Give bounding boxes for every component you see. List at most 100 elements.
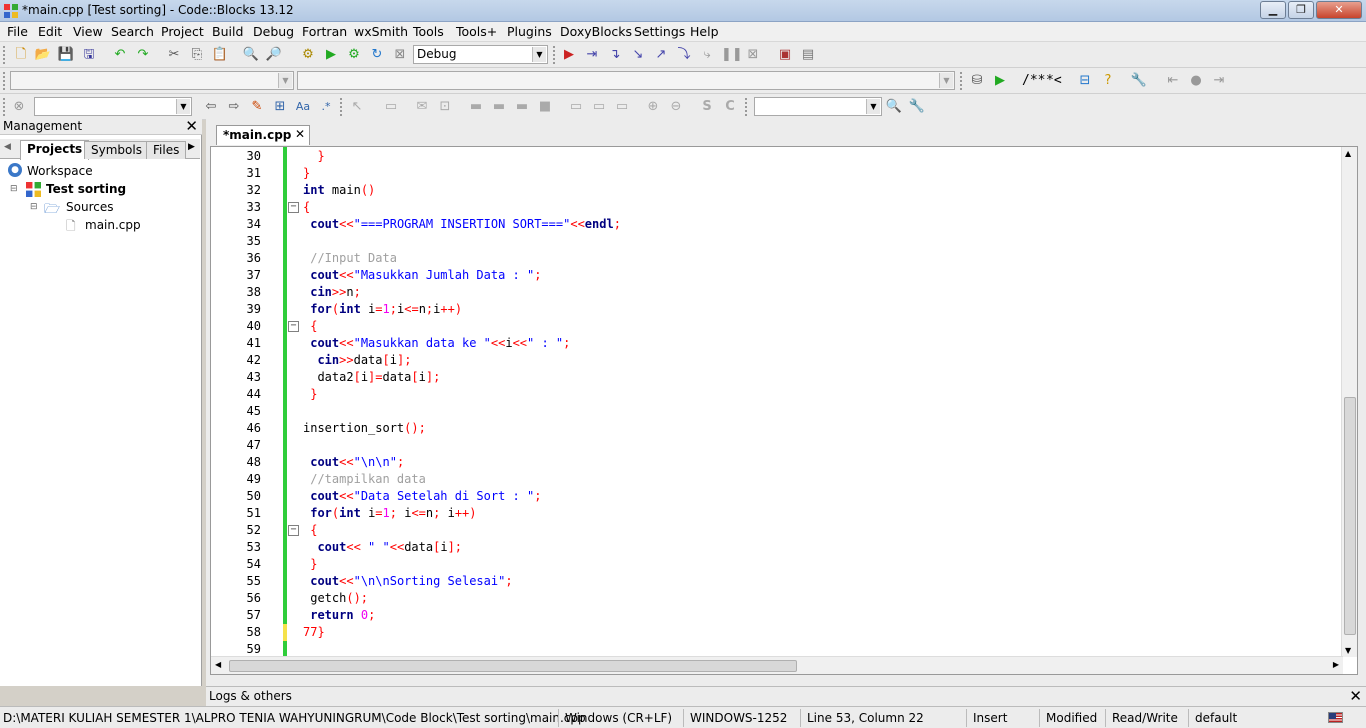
code-line[interactable]: 48 cout<<"\n\n"; bbox=[211, 454, 1341, 471]
menu-tools-plus[interactable]: Tools+ bbox=[456, 24, 497, 39]
toolbar-grip[interactable] bbox=[3, 98, 7, 116]
tab-projects[interactable]: Projects bbox=[20, 140, 90, 160]
code-line[interactable]: 54 } bbox=[211, 556, 1341, 573]
code-line[interactable]: 47 bbox=[211, 437, 1341, 454]
vertical-scroll-thumb[interactable] bbox=[1344, 397, 1356, 635]
widget-dialog-icon[interactable]: ⊡ bbox=[436, 98, 454, 116]
doxy-chm-icon[interactable]: ? bbox=[1099, 72, 1117, 90]
abort-icon[interactable]: ⊠ bbox=[391, 46, 409, 64]
menu-project[interactable]: Project bbox=[161, 24, 204, 39]
collapse-project-icon[interactable]: ⊟ bbox=[10, 184, 18, 194]
build-gear-icon[interactable]: ⚙ bbox=[299, 46, 317, 64]
open-folder-icon[interactable]: 📂 bbox=[34, 46, 52, 64]
menu-build[interactable]: Build bbox=[212, 24, 243, 39]
incremental-search-input[interactable]: ▼ bbox=[34, 97, 192, 116]
close-preview-button[interactable]: C bbox=[721, 98, 739, 116]
search-next-icon[interactable]: ⇨ bbox=[225, 98, 243, 116]
code-line[interactable]: 43 data2[i]=data[i]; bbox=[211, 369, 1341, 386]
build-target-select[interactable]: Debug ▼ bbox=[413, 45, 548, 64]
fold-toggle-icon[interactable]: − bbox=[288, 525, 299, 536]
show-preview-button[interactable]: S bbox=[698, 98, 716, 116]
widget-frame-icon[interactable]: ✉ bbox=[413, 98, 431, 116]
close-tab-icon[interactable]: ✕ bbox=[295, 127, 305, 141]
scroll-down-icon[interactable]: ▼ bbox=[1345, 646, 1351, 655]
find-icon[interactable]: 🔍 bbox=[242, 46, 260, 64]
tree-workspace[interactable]: Workspace bbox=[27, 164, 93, 178]
scroll-right-icon[interactable]: ▶ bbox=[1333, 660, 1339, 669]
doxy-wizard-icon[interactable]: ⛁ bbox=[968, 72, 986, 90]
collapse-sources-icon[interactable]: ⊟ bbox=[30, 202, 38, 212]
stop-debugger-icon[interactable]: ⊠ bbox=[744, 46, 762, 64]
horizontal-scrollbar[interactable]: ◀ ▶ bbox=[211, 656, 1343, 674]
save-icon[interactable]: 💾 bbox=[57, 46, 75, 64]
debug-info-icon[interactable]: ▤ bbox=[799, 46, 817, 64]
toolbar-grip[interactable] bbox=[553, 46, 557, 64]
menu-file[interactable]: File bbox=[7, 24, 28, 39]
code-line[interactable]: 50 cout<<"Data Setelah di Sort : "; bbox=[211, 488, 1341, 505]
tab-scroll-right-icon[interactable]: ▶ bbox=[188, 142, 195, 152]
code-line[interactable]: 30 } bbox=[211, 148, 1341, 165]
tree-project[interactable]: Test sorting bbox=[46, 182, 126, 196]
close-window-button[interactable]: ✕ bbox=[1316, 1, 1362, 19]
next-line-icon[interactable]: ↴ bbox=[606, 46, 624, 64]
symbol-search-input[interactable]: ▼ bbox=[754, 97, 882, 116]
fold-toggle-icon[interactable]: − bbox=[288, 321, 299, 332]
doxy-extract-icon[interactable]: ▶ bbox=[991, 72, 1009, 90]
step-out-icon[interactable]: ↗ bbox=[652, 46, 670, 64]
jump-back-icon[interactable]: ⇤ bbox=[1164, 72, 1182, 90]
menu-tools[interactable]: Tools bbox=[413, 24, 444, 39]
replace-icon[interactable]: 🔎 bbox=[265, 46, 283, 64]
horizontal-scroll-thumb[interactable] bbox=[229, 660, 797, 672]
toolbar-grip[interactable] bbox=[960, 72, 964, 90]
scroll-left-icon[interactable]: ◀ bbox=[215, 660, 221, 669]
undo-icon[interactable]: ↶ bbox=[111, 46, 129, 64]
scroll-up-icon[interactable]: ▲ bbox=[1345, 149, 1351, 158]
run-to-cursor-icon[interactable]: ⇥ bbox=[583, 46, 601, 64]
code-line[interactable]: 56 getch(); bbox=[211, 590, 1341, 607]
zoom-out-icon[interactable]: ⊖ bbox=[667, 98, 685, 116]
code-line[interactable]: 45 bbox=[211, 403, 1341, 420]
code-line[interactable]: 32 int main() bbox=[211, 182, 1341, 199]
toolbar-grip[interactable] bbox=[340, 98, 344, 116]
menu-debug[interactable]: Debug bbox=[253, 24, 294, 39]
code-line[interactable]: 53 cout<< " "<<data[i]; bbox=[211, 539, 1341, 556]
border-left-icon[interactable]: ▭ bbox=[567, 98, 585, 116]
highlight-icon[interactable]: ✎ bbox=[248, 98, 266, 116]
fold-toggle-icon[interactable]: − bbox=[288, 202, 299, 213]
code-line[interactable]: 33 −{ bbox=[211, 199, 1341, 216]
code-line[interactable]: 55 cout<<"\n\nSorting Selesai"; bbox=[211, 573, 1341, 590]
selected-text-only-icon[interactable]: ⊞ bbox=[271, 98, 289, 116]
tab-files[interactable]: Files bbox=[146, 141, 186, 159]
code-line[interactable]: 34 cout<<"===PROGRAM INSERTION SORT==="<… bbox=[211, 216, 1341, 233]
align-bottom-icon[interactable]: ▬ bbox=[513, 98, 531, 116]
menu-plugins[interactable]: Plugins bbox=[507, 24, 552, 39]
next-instruction-icon[interactable]: ⤵ bbox=[675, 46, 693, 64]
menu-help[interactable]: Help bbox=[690, 24, 719, 39]
step-instruction-icon[interactable]: ⤷ bbox=[698, 46, 716, 64]
code-line[interactable]: 57 return 0; bbox=[211, 607, 1341, 624]
code-line[interactable]: 44 } bbox=[211, 386, 1341, 403]
code-line[interactable]: 41 cout<<"Masukkan data ke "<<i<<" : "; bbox=[211, 335, 1341, 352]
cut-icon[interactable]: ✂ bbox=[165, 46, 183, 64]
build-and-run-icon[interactable]: ⚙ bbox=[345, 46, 363, 64]
border-all-icon[interactable]: ▭ bbox=[613, 98, 631, 116]
new-file-icon[interactable]: 🗋 bbox=[12, 46, 30, 64]
tree-file-main-cpp[interactable]: main.cpp bbox=[85, 218, 141, 232]
jump-forward-icon[interactable]: ⇥ bbox=[1210, 72, 1228, 90]
code-line[interactable]: 38 cin>>n; bbox=[211, 284, 1341, 301]
code-line[interactable]: 31} bbox=[211, 165, 1341, 182]
code-line[interactable]: 46 insertion_sort(); bbox=[211, 420, 1341, 437]
zoom-in-icon[interactable]: ⊕ bbox=[644, 98, 662, 116]
toolbar-grip[interactable] bbox=[3, 72, 7, 90]
maximize-button[interactable]: ❐ bbox=[1288, 1, 1314, 19]
align-top-icon[interactable]: ▬ bbox=[467, 98, 485, 116]
menu-fortran[interactable]: Fortran bbox=[302, 24, 347, 39]
function-select[interactable]: ▼ bbox=[297, 71, 955, 90]
tab-scroll-left-icon[interactable]: ◀ bbox=[4, 142, 11, 152]
code-line[interactable]: 49 //tampilkan data bbox=[211, 471, 1341, 488]
rebuild-icon[interactable]: ↻ bbox=[368, 46, 386, 64]
editor-tab-main-cpp[interactable]: *main.cpp ✕ bbox=[216, 125, 310, 145]
code-line[interactable]: 39 for(int i=1;i<=n;i++) bbox=[211, 301, 1341, 318]
close-logs-icon[interactable]: ✕ bbox=[1349, 687, 1362, 705]
search-prev-icon[interactable]: ⇦ bbox=[202, 98, 220, 116]
